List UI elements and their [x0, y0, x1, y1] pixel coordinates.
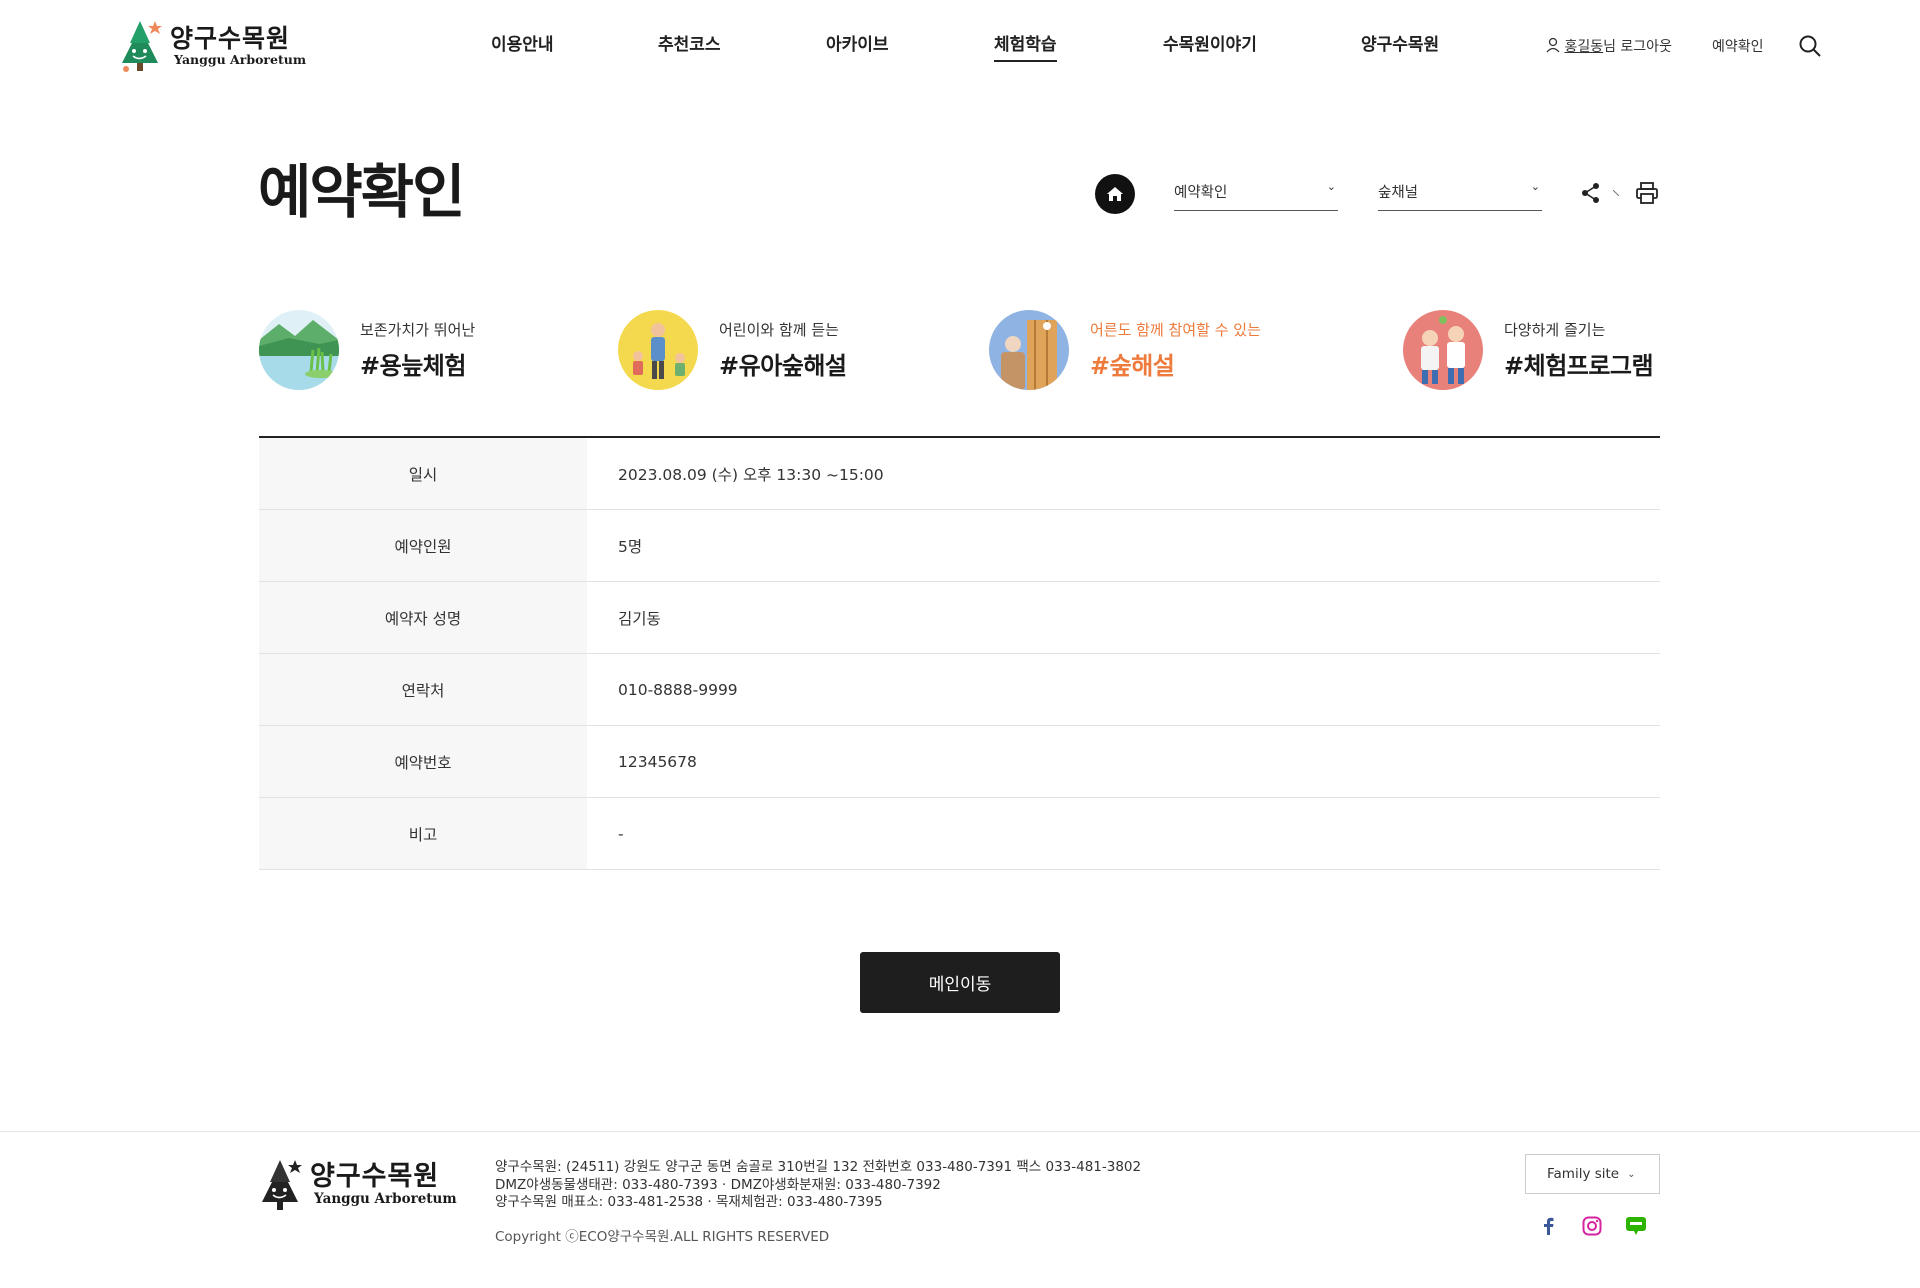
tree-logo-icon — [262, 1160, 302, 1210]
breadcrumb-select-value: 예약확인 — [1174, 185, 1228, 201]
chevron-down-icon: ⌄ — [1530, 180, 1540, 193]
facebook-icon — [1544, 1217, 1554, 1235]
breadcrumb-select-menu[interactable]: 숲채널 ⌄ — [1378, 176, 1542, 211]
row-value-reservation-number: 12345678 — [587, 726, 1660, 797]
facebook-link[interactable] — [1537, 1215, 1559, 1237]
table-row: 비고 - — [259, 798, 1660, 870]
table-row: 예약자 성명 김기동 — [259, 582, 1660, 654]
row-value-datetime: 2023.08.09 (수) 오후 13:30 ~15:00 — [587, 438, 1660, 509]
site-footer: 양구수목원 Yanggu Arboretum 양구수목원: (24511) 강원… — [0, 1131, 1920, 1288]
family-site-select[interactable]: Family site ⌄ — [1525, 1154, 1660, 1194]
home-icon — [1107, 187, 1123, 201]
footer-logo-korean: 양구수목원 — [310, 1161, 440, 1193]
program-hashtag: #유아숲해설 — [719, 352, 847, 380]
experience-program-image — [1403, 310, 1483, 390]
program-link-kids-forest[interactable]: 어린이와 함께 듣는 #유아숲해설 — [618, 309, 847, 391]
logout-label: 님 로그아웃 — [1603, 39, 1672, 55]
row-label-name: 예약자 성명 — [259, 582, 587, 653]
program-subtitle: 보존가치가 뛰어난 — [360, 321, 476, 339]
home-button[interactable] — [1095, 174, 1135, 214]
family-site-label: Family site — [1547, 1166, 1620, 1182]
program-subtitle: 어른도 함께 참여할 수 있는 — [1090, 321, 1261, 339]
user-icon — [1546, 37, 1560, 53]
row-label-contact: 연락처 — [259, 654, 587, 725]
table-row: 예약번호 12345678 — [259, 726, 1660, 798]
nav-item-arboretum-story[interactable]: 수목원이야기 — [1163, 30, 1257, 55]
row-value-note: - — [587, 798, 1660, 869]
program-hashtag: #용늪체험 — [360, 352, 466, 380]
row-label-reservation-number: 예약번호 — [259, 726, 587, 797]
wetland-image — [259, 310, 339, 390]
reservation-check-link[interactable]: 예약확인 — [1712, 36, 1764, 56]
nav-item-experience-learning[interactable]: 체험학습 — [994, 30, 1057, 62]
breadcrumb-select-value: 숲채널 — [1378, 185, 1419, 201]
footer-copyright: Copyright ⓒECO양구수목원.ALL RIGHTS RESERVED — [495, 1229, 830, 1245]
row-label-note: 비고 — [259, 798, 587, 869]
nav-item-archive[interactable]: 아카이브 — [826, 30, 889, 55]
forest-guide-image — [989, 310, 1069, 390]
go-main-button[interactable]: 메인이동 — [860, 952, 1060, 1013]
footer-address-line: 양구수목원: (24511) 강원도 양구군 동면 숨골로 310번길 132 … — [495, 1159, 1142, 1175]
instagram-icon — [1582, 1216, 1602, 1236]
user-name: 홍길동 — [1564, 39, 1604, 55]
logo-english-text: Yanggu Arboretum — [174, 51, 307, 67]
footer-logo-english: Yanggu Arboretum — [314, 1191, 457, 1208]
search-icon — [1799, 35, 1821, 57]
kids-forest-image — [618, 310, 698, 390]
program-hashtag: #체험프로그램 — [1504, 352, 1654, 380]
row-value-name: 김기동 — [587, 582, 1660, 653]
nav-item-yanggu-arboretum[interactable]: 양구수목원 — [1361, 30, 1439, 55]
program-link-wetland[interactable]: 보존가치가 뛰어난 #용늪체험 — [259, 309, 475, 391]
reservation-info-table: 일시 2023.08.09 (수) 오후 13:30 ~15:00 예약인원 5… — [259, 436, 1660, 870]
site-header: 양구수목원 Yanggu Arboretum 이용안내 추천코스 아카이브 체험… — [0, 0, 1920, 92]
footer-address-line: DMZ야생동물생태관: 033-480-7393 · DMZ야생화분재원: 03… — [495, 1176, 941, 1193]
chevron-down-icon: ⌄ — [1627, 1168, 1636, 1180]
table-row: 예약인원 5명 — [259, 510, 1660, 582]
program-subtitle: 다양하게 즐기는 — [1504, 321, 1606, 339]
search-button[interactable] — [1798, 34, 1822, 58]
site-logo[interactable]: 양구수목원 Yanggu Arboretum — [118, 18, 318, 74]
page-title: 예약확인 — [258, 158, 465, 226]
program-subtitle: 어린이와 함께 듣는 — [719, 321, 839, 339]
print-icon — [1636, 182, 1658, 204]
nav-item-recommended-course[interactable]: 추천코스 — [658, 30, 721, 55]
footer-logo: 양구수목원 Yanggu Arboretum — [258, 1158, 457, 1212]
footer-address-line: 양구수목원 매표소: 033-481-2538 · 목재체험관: 033-480… — [495, 1194, 883, 1210]
blog-link[interactable] — [1625, 1215, 1647, 1237]
tree-logo-icon — [122, 21, 162, 72]
instagram-link[interactable] — [1581, 1215, 1603, 1237]
chevron-down-icon: ⌄ — [1326, 180, 1336, 193]
logo-korean-text: 양구수목원 — [170, 23, 291, 53]
row-label-headcount: 예약인원 — [259, 510, 587, 581]
row-value-headcount: 5명 — [587, 510, 1660, 581]
share-button[interactable] — [1580, 182, 1602, 204]
program-link-experience[interactable]: 다양하게 즐기는 #체험프로그램 — [1403, 309, 1654, 391]
user-logout-link[interactable]: 홍길동님 로그아웃 — [1546, 36, 1672, 56]
row-label-datetime: 일시 — [259, 438, 587, 509]
program-link-forest-guide[interactable]: 어른도 함께 참여할 수 있는 #숲해설 — [989, 309, 1261, 391]
blog-icon — [1626, 1217, 1646, 1235]
table-row: 일시 2023.08.09 (수) 오후 13:30 ~15:00 — [259, 438, 1660, 510]
share-icon — [1582, 183, 1599, 203]
divider — [1613, 190, 1619, 196]
print-button[interactable] — [1635, 181, 1659, 205]
nav-item-usage-guide[interactable]: 이용안내 — [491, 30, 554, 55]
table-row: 연락처 010-8888-9999 — [259, 654, 1660, 726]
breadcrumb-select-page[interactable]: 예약확인 ⌄ — [1174, 176, 1338, 211]
row-value-contact: 010-8888-9999 — [587, 654, 1660, 725]
footer-address-block: 양구수목원: (24511) 강원도 양구군 동면 숨골로 310번길 132 … — [495, 1159, 1141, 1212]
program-hashtag: #숲해설 — [1090, 352, 1175, 380]
